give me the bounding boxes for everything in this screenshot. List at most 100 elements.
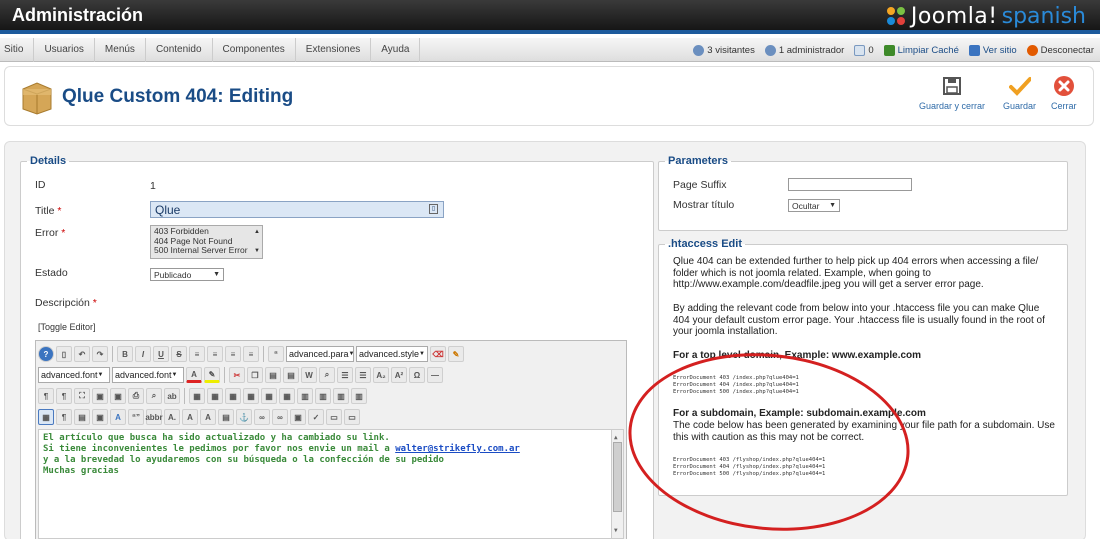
error-listbox[interactable]: 403 Forbidden 404 Page Not Found 500 Int… bbox=[150, 225, 263, 259]
close-label: Cerrar bbox=[1051, 101, 1077, 111]
estado-select[interactable]: Publicado ▼ bbox=[150, 268, 224, 281]
bullet-list-icon[interactable]: ☰ bbox=[337, 367, 353, 383]
undo-icon[interactable]: ↶ bbox=[74, 346, 90, 362]
print-icon[interactable]: ⎙ bbox=[128, 388, 144, 404]
menu-item-extensiones[interactable]: Extensiones bbox=[296, 38, 372, 62]
special-char-icon[interactable]: Ω bbox=[409, 367, 425, 383]
unlink-icon[interactable]: ∞ bbox=[272, 409, 288, 425]
merge-cells-icon[interactable]: ▥ bbox=[351, 388, 367, 404]
strikethrough-icon[interactable]: S bbox=[171, 346, 187, 362]
underline-icon[interactable]: U bbox=[153, 346, 169, 362]
page-suffix-input[interactable] bbox=[788, 178, 912, 191]
new-document-icon[interactable]: ▯ bbox=[56, 346, 72, 362]
subscript-icon[interactable]: A₂ bbox=[373, 367, 389, 383]
insert-col-after-icon[interactable]: ▥ bbox=[315, 388, 331, 404]
text-color-icon[interactable]: A bbox=[186, 367, 202, 383]
insert-row-after-icon[interactable]: ▦ bbox=[261, 388, 277, 404]
attributes-icon[interactable]: ▤ bbox=[218, 409, 234, 425]
table-cell-props-icon[interactable]: ▦ bbox=[225, 388, 241, 404]
replace-icon[interactable]: ab bbox=[164, 388, 180, 404]
align-left-icon[interactable]: ≡ bbox=[189, 346, 205, 362]
editor-scrollbar[interactable]: ▲ ▼ bbox=[611, 430, 623, 538]
link-icon[interactable]: ∞ bbox=[254, 409, 270, 425]
cut-icon[interactable]: ✂ bbox=[229, 367, 245, 383]
menu-item-menus[interactable]: Menús bbox=[95, 38, 146, 62]
view-site-link[interactable]: Ver sitio bbox=[968, 44, 1017, 56]
acronym-icon[interactable]: A. bbox=[164, 409, 180, 425]
horizontal-rule-icon[interactable]: — bbox=[427, 367, 443, 383]
paste-icon[interactable]: ▤ bbox=[265, 367, 281, 383]
insert-row-before-icon[interactable]: ▦ bbox=[243, 388, 259, 404]
ins-icon[interactable]: A bbox=[200, 409, 216, 425]
align-center-icon[interactable]: ≡ bbox=[207, 346, 223, 362]
insert-col-before-icon[interactable]: ▥ bbox=[297, 388, 313, 404]
scroll-down-icon[interactable]: ▼ bbox=[614, 525, 618, 536]
title-input[interactable]: Qlue ▯ bbox=[150, 201, 444, 218]
font-size-select[interactable]: advanced.font ▼ bbox=[112, 367, 184, 383]
cleanup-icon[interactable]: ✎ bbox=[448, 346, 464, 362]
editor-toolbar-row-1: ? ▯ ↶ ↷ B I U S ≡ ≡ ≡ ≡ “ advanced.para ▼… bbox=[38, 344, 464, 364]
fullscreen-icon[interactable]: ⛶ bbox=[74, 388, 90, 404]
eraser-icon[interactable]: ⌫ bbox=[430, 346, 446, 362]
scroll-thumb[interactable] bbox=[613, 442, 622, 512]
menu-item-usuarios[interactable]: Usuarios bbox=[34, 38, 95, 62]
close-button[interactable]: Cerrar bbox=[1051, 75, 1077, 111]
paragraph-format-select[interactable]: advanced.para ▼ bbox=[286, 346, 355, 362]
save-close-button[interactable]: Guardar y cerrar bbox=[919, 75, 985, 111]
ltr-icon[interactable]: ¶ bbox=[38, 388, 54, 404]
highlight-color-icon[interactable]: ✎ bbox=[204, 367, 220, 383]
align-right-icon[interactable]: ≡ bbox=[225, 346, 241, 362]
logout-link[interactable]: Desconectar bbox=[1026, 44, 1094, 56]
redo-icon[interactable]: ↷ bbox=[92, 346, 108, 362]
rtl-icon[interactable]: ¶ bbox=[56, 388, 72, 404]
styles-icon[interactable]: A bbox=[110, 409, 126, 425]
menu-item-sitio[interactable]: Sitio bbox=[0, 38, 35, 62]
superscript-icon[interactable]: A² bbox=[391, 367, 407, 383]
toggle-editor-link[interactable]: [Toggle Editor] bbox=[38, 322, 96, 332]
delete-row-icon[interactable]: ▦ bbox=[279, 388, 295, 404]
delete-col-icon[interactable]: ▥ bbox=[333, 388, 349, 404]
nonbreaking-icon[interactable]: ¶ bbox=[56, 409, 72, 425]
image-icon[interactable]: ▣ bbox=[92, 388, 108, 404]
align-justify-icon[interactable]: ≡ bbox=[243, 346, 259, 362]
editor-content-area[interactable]: El artículo que busca ha sido actualizad… bbox=[38, 429, 624, 539]
template-icon[interactable]: ▤ bbox=[74, 409, 90, 425]
find-icon[interactable]: ⌕ bbox=[146, 388, 162, 404]
copy-icon[interactable]: ❐ bbox=[247, 367, 263, 383]
spellcheck-icon[interactable]: ✓ bbox=[308, 409, 324, 425]
numbered-list-icon[interactable]: ☰ bbox=[355, 367, 371, 383]
del-icon[interactable]: A bbox=[182, 409, 198, 425]
abbr-icon[interactable]: abbr bbox=[145, 409, 163, 425]
code-icon[interactable]: ▭ bbox=[326, 409, 342, 425]
search-icon[interactable]: ⌕ bbox=[319, 367, 335, 383]
save-button[interactable]: Guardar bbox=[1003, 75, 1036, 111]
menu-item-ayuda[interactable]: Ayuda bbox=[371, 38, 421, 62]
listbox-scroll-up-icon[interactable]: ▲ bbox=[254, 228, 260, 238]
layer-icon[interactable]: ▣ bbox=[92, 409, 108, 425]
help-icon[interactable]: ? bbox=[38, 346, 54, 362]
bold-icon[interactable]: B bbox=[117, 346, 133, 362]
image-insert-icon[interactable]: ▣ bbox=[290, 409, 306, 425]
italic-icon[interactable]: I bbox=[135, 346, 151, 362]
menu-item-contenido[interactable]: Contenido bbox=[146, 38, 213, 62]
blockquote-icon[interactable]: “ bbox=[268, 346, 284, 362]
menu-item-componentes[interactable]: Componentes bbox=[213, 38, 296, 62]
paste-word-icon[interactable]: W bbox=[301, 367, 317, 383]
show-title-select[interactable]: Ocultar ▼ bbox=[788, 199, 840, 212]
preview-icon[interactable]: ▭ bbox=[344, 409, 360, 425]
cite-icon[interactable]: “” bbox=[128, 409, 144, 425]
font-family-select[interactable]: advanced.font ▼ bbox=[38, 367, 110, 383]
clear-cache-link[interactable]: Limpiar Caché bbox=[883, 44, 959, 56]
style-select[interactable]: advanced.style ▼ bbox=[356, 346, 428, 362]
visual-aid-icon[interactable]: ▦ bbox=[38, 409, 54, 425]
media-icon[interactable]: ▣ bbox=[110, 388, 126, 404]
id-value: 1 bbox=[150, 180, 156, 192]
paste-text-icon[interactable]: ▤ bbox=[283, 367, 299, 383]
listbox-scroll-down-icon[interactable]: ▼ bbox=[254, 247, 260, 257]
anchor-icon[interactable]: ⚓ bbox=[236, 409, 252, 425]
messages-status[interactable]: 0 bbox=[854, 44, 874, 56]
email-link[interactable]: walter@strikefly.com.ar bbox=[395, 444, 520, 454]
table-row-props-icon[interactable]: ▦ bbox=[207, 388, 223, 404]
error-option[interactable]: 500 Internal Server Error bbox=[154, 245, 259, 256]
table-icon[interactable]: ▦ bbox=[189, 388, 205, 404]
